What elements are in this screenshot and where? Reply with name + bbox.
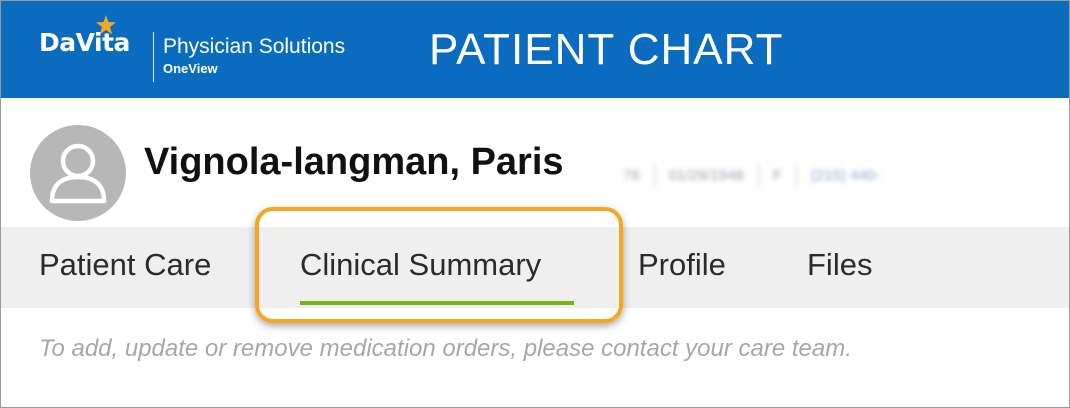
patient-demographics-redacted: 76 01/29/1948 F (215) 440-	[623, 161, 880, 189]
patient-dob: 01/29/1948	[668, 166, 744, 184]
page-title: PATIENT CHART	[429, 25, 784, 74]
patient-age: 76	[623, 166, 640, 184]
logo-divider	[153, 32, 154, 82]
medication-notice: To add, update or remove medication orde…	[39, 335, 852, 362]
divider	[653, 162, 655, 188]
logo-sub-name: OneView	[163, 61, 218, 76]
logo-product-name: Physician Solutions	[163, 35, 346, 58]
user-icon	[49, 143, 107, 204]
star-icon	[96, 15, 116, 35]
patient-chart-window: DaVita Physician Solutions OneView PATIE…	[0, 0, 1070, 408]
davita-logo: DaVita	[39, 28, 130, 57]
avatar	[30, 125, 126, 221]
tab-patient-care[interactable]: Patient Care	[39, 247, 211, 283]
app-header: DaVita Physician Solutions OneView PATIE…	[1, 1, 1069, 98]
tab-profile[interactable]: Profile	[638, 247, 726, 283]
patient-name: Vignola-langman, Paris	[144, 141, 564, 183]
patient-phone: (215) 440-	[810, 166, 881, 184]
tab-files[interactable]: Files	[807, 247, 872, 283]
tab-highlight-callout	[255, 207, 623, 323]
patient-sex: F	[772, 166, 782, 184]
divider	[757, 162, 759, 188]
divider	[795, 162, 797, 188]
